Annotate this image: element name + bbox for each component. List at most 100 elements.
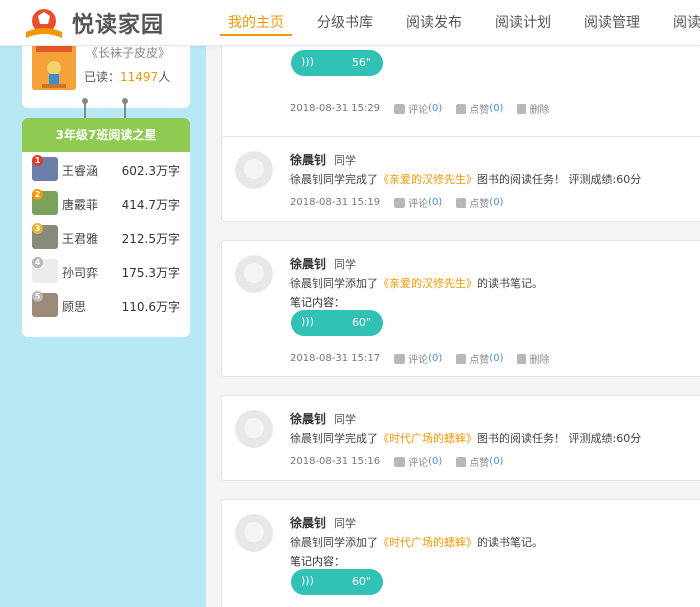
rank-value: 414.7万字 [121, 198, 180, 212]
comment-count: (0) [428, 103, 443, 114]
rank-badge: 5 [32, 291, 43, 302]
like-button[interactable]: 点赞 (0) [456, 195, 503, 210]
rank-name: 孙司弈 [62, 266, 99, 280]
user-name[interactable]: 徐晨钊 [290, 514, 326, 531]
rank-name: 唐霰菲 [62, 198, 99, 212]
comment-label: 评论 [408, 199, 429, 210]
comment-icon [394, 103, 406, 114]
like-button[interactable]: 点赞 (0) [456, 454, 503, 469]
like-label: 点赞 [469, 458, 490, 469]
rank-value: 212.5万字 [121, 232, 180, 246]
user-name[interactable]: 徐晨钊 [290, 151, 326, 168]
desc-suffix: 的读书笔记。 [477, 277, 543, 290]
book-link[interactable]: 《时代广场的蟋蟀》 [378, 432, 477, 445]
book-cover-image [32, 40, 76, 90]
rank-name: 王君雅 [62, 232, 99, 246]
nav-graded-library[interactable]: 分级书库 [309, 0, 381, 46]
desc-prefix: 徐晨钊同学添加了 [290, 277, 378, 290]
audio-duration: 56" [351, 56, 371, 69]
user-role: 同学 [334, 413, 356, 426]
logo[interactable]: 悦读家园 [22, 6, 164, 40]
like-count: (0) [489, 103, 504, 114]
audio-wave-icon: ))) [301, 55, 314, 68]
like-button[interactable]: 点赞 (0) [456, 351, 503, 366]
comment-button[interactable]: 评论 (0) [394, 454, 442, 469]
post-description: 徐晨钊同学添加了《时代广场的蟋蟀》的读书笔记。 [290, 534, 543, 550]
like-label: 点赞 [469, 105, 490, 116]
comment-button[interactable]: 评论 (0) [394, 101, 442, 116]
comment-count: (0) [428, 197, 443, 208]
trash-icon [517, 103, 527, 114]
user-name[interactable]: 徐晨钊 [290, 255, 326, 272]
user-name[interactable]: 徐晨钊 [290, 410, 326, 427]
book-link[interactable]: 《亲爱的汉修先生》 [378, 277, 477, 290]
book-title[interactable]: 《长袜子皮皮》 [86, 44, 170, 61]
desc-suffix: 图书的阅读任务！ 评测成绩:60分 [477, 173, 642, 186]
user-role: 同学 [334, 517, 356, 530]
user-role: 同学 [334, 258, 356, 271]
thumbs-up-icon [456, 353, 467, 364]
nav-reading-publish[interactable]: 阅读发布 [398, 0, 470, 46]
logo-icon [26, 9, 62, 38]
post-description: 徐晨钊同学完成了《亲爱的汉修先生》图书的阅读任务！ 评测成绩:60分 [290, 171, 641, 187]
trash-icon [517, 353, 527, 364]
audio-note-button[interactable]: ))) 60" [291, 310, 383, 336]
delete-button[interactable]: 删除 [517, 351, 549, 366]
comment-label: 评论 [408, 105, 429, 116]
activity-feed: ))) 56" 2018-08-31 15:29 评论 (0) 点赞 (0) 删除 … [221, 46, 700, 607]
user-avatar[interactable] [235, 255, 273, 293]
post-time: 2018-08-31 15:16 [290, 456, 381, 467]
book-cover[interactable] [32, 40, 76, 90]
ranking-row[interactable]: 1 王睿涵 602.3万字 [22, 152, 190, 186]
nav-reading-plan[interactable]: 阅读计划 [487, 0, 559, 46]
post-time: 2018-08-31 15:29 [290, 103, 381, 114]
ranking-row[interactable]: 2 唐霰菲 414.7万字 [22, 186, 190, 220]
user-avatar[interactable] [235, 410, 273, 448]
ranking-title: 3年级7班阅读之星 [22, 118, 190, 152]
feed-card: 徐晨钊 同学 徐晨钊同学添加了《亲爱的汉修先生》的读书笔记。 笔记内容： )))… [221, 240, 700, 377]
like-count: (0) [489, 456, 504, 467]
like-label: 点赞 [469, 355, 490, 366]
rank-badge: 3 [32, 223, 43, 234]
feed-card: 徐晨钊 同学 徐晨钊同学添加了《时代广场的蟋蟀》的读书笔记。 笔记内容： )))… [221, 499, 700, 607]
reading-star-ranking: 3年级7班阅读之星 1 王睿涵 602.3万字 2 唐霰菲 414.7万字 3 … [22, 118, 190, 337]
like-button[interactable]: 点赞 (0) [456, 101, 503, 116]
nav-my-home[interactable]: 我的主页 [220, 0, 292, 36]
audio-note-button[interactable]: ))) 56" [291, 50, 383, 76]
ranking-row[interactable]: 5 顾思 110.6万字 [22, 288, 190, 322]
rank-value: 602.3万字 [121, 164, 180, 178]
book-link[interactable]: 《时代广场的蟋蟀》 [378, 536, 477, 549]
rank-badge: 1 [32, 155, 43, 166]
post-description: 徐晨钊同学添加了《亲爱的汉修先生》的读书笔记。 [290, 275, 543, 291]
audio-wave-icon: ))) [301, 574, 314, 587]
comment-icon [394, 456, 406, 467]
note-label: 笔记内容： [290, 555, 345, 568]
like-label: 点赞 [469, 199, 490, 210]
audio-duration: 60" [351, 316, 371, 329]
user-avatar[interactable] [235, 151, 273, 189]
book-read-count: 已读：11497人 [84, 68, 170, 85]
main-nav: 我的主页 分级书库 阅读发布 阅读计划 阅读管理 阅读分析 [220, 0, 700, 46]
nav-reading-analysis[interactable]: 阅读分析 [665, 0, 700, 46]
feed-card: 徐晨钊 同学 徐晨钊同学完成了《亲爱的汉修先生》图书的阅读任务！ 评测成绩:60… [221, 136, 700, 222]
thumbs-up-icon [456, 456, 467, 467]
post-meta: 2018-08-31 15:19 评论 (0) 点赞 (0) [290, 195, 517, 210]
ranking-row[interactable]: 4 孙司弈 175.3万字 [22, 254, 190, 288]
user-avatar[interactable] [235, 514, 273, 552]
post-time: 2018-08-31 15:17 [290, 353, 381, 364]
read-unit: 人 [158, 70, 171, 84]
comment-button[interactable]: 评论 (0) [394, 351, 442, 366]
desc-prefix: 徐晨钊同学添加了 [290, 536, 378, 549]
current-book-card[interactable]: 《长袜子皮皮》 已读：11497人 [22, 40, 190, 108]
nav-reading-manage[interactable]: 阅读管理 [576, 0, 648, 46]
comment-count: (0) [428, 456, 443, 467]
rank-badge: 2 [32, 189, 43, 200]
delete-button[interactable]: 删除 [517, 101, 549, 116]
ranking-row[interactable]: 3 王君雅 212.5万字 [22, 220, 190, 254]
comment-button[interactable]: 评论 (0) [394, 195, 442, 210]
audio-duration: 60" [351, 575, 371, 588]
audio-note-button[interactable]: ))) 60" [291, 569, 383, 595]
book-link[interactable]: 《亲爱的汉修先生》 [378, 173, 477, 186]
post-meta: 2018-08-31 15:17 评论 (0) 点赞 (0) 删除 [290, 351, 563, 366]
post-meta: 2018-08-31 15:16 评论 (0) 点赞 (0) [290, 454, 517, 469]
